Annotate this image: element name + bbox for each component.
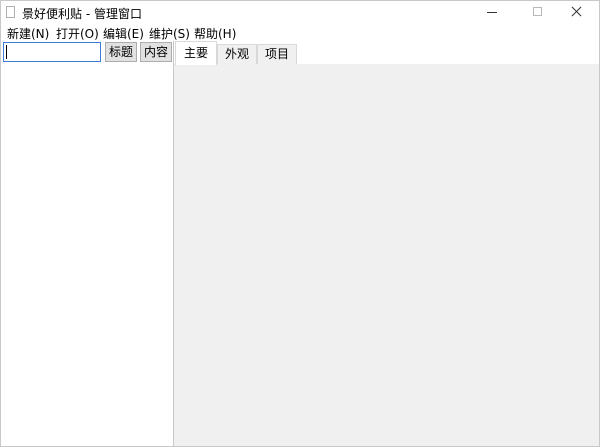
menu-new[interactable]: 新建(N) (7, 25, 49, 42)
close-button[interactable] (553, 1, 599, 23)
minimize-icon (487, 12, 497, 13)
close-icon (571, 6, 582, 17)
right-pane: 主要 外观 项目 (174, 41, 599, 446)
tab-panel-main (174, 64, 599, 446)
menu-edit[interactable]: 编辑(E) (103, 25, 144, 42)
search-input[interactable] (3, 42, 101, 62)
search-content-button[interactable]: 内容 (140, 42, 172, 62)
tab-main[interactable]: 主要 (175, 41, 217, 65)
menu-help[interactable]: 帮助(H) (194, 25, 236, 42)
notes-list[interactable] (1, 64, 173, 446)
left-pane: 标题 内容 (1, 41, 174, 446)
title-bar: 景好便利贴 - 管理窗口 (1, 1, 599, 23)
menu-bar: 新建(N) 打开(O) 编辑(E) 维护(S) 帮助(H) (1, 23, 599, 41)
minimize-button[interactable] (469, 1, 515, 23)
menu-open[interactable]: 打开(O) (56, 25, 99, 42)
menu-maintain[interactable]: 维护(S) (149, 25, 190, 42)
text-caret (6, 45, 7, 59)
window-title: 景好便利贴 - 管理窗口 (22, 7, 142, 21)
tab-items[interactable]: 项目 (257, 44, 297, 64)
search-title-button[interactable]: 标题 (105, 42, 137, 62)
tab-appearance[interactable]: 外观 (217, 44, 257, 64)
tab-strip: 主要 外观 项目 (174, 41, 599, 65)
app-window: 景好便利贴 - 管理窗口 新建(N) 打开(O) 编辑(E) 维护(S) 帮助(… (0, 0, 600, 447)
maximize-icon (533, 7, 542, 16)
note-icon (6, 6, 15, 18)
